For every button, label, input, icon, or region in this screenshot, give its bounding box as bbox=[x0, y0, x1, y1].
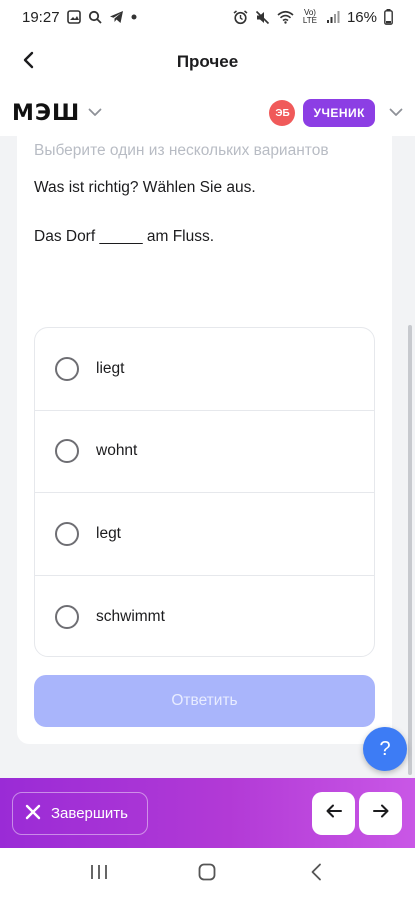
chevron-down-icon[interactable] bbox=[389, 104, 403, 122]
close-icon bbox=[25, 804, 41, 824]
status-bar: 19:27 Vo) LTE 16% bbox=[0, 0, 415, 34]
telegram-icon bbox=[109, 10, 124, 24]
radio-button[interactable] bbox=[55, 521, 79, 546]
question-mark-icon: ? bbox=[379, 737, 391, 760]
recent-apps-button[interactable] bbox=[79, 854, 119, 894]
option-label: schwimmt bbox=[96, 607, 165, 625]
radio-button[interactable] bbox=[55, 356, 79, 381]
arrow-right-icon bbox=[372, 804, 389, 823]
previous-question-button[interactable] bbox=[312, 792, 355, 835]
battery-icon bbox=[384, 9, 393, 25]
home-icon bbox=[198, 863, 216, 886]
battery-percent: 16% bbox=[346, 8, 377, 26]
mute-icon bbox=[255, 10, 270, 25]
home-button[interactable] bbox=[187, 854, 227, 894]
brand-logo: МЭШ bbox=[12, 100, 81, 126]
avatar[interactable]: ЭБ bbox=[269, 100, 296, 126]
notification-dot-icon bbox=[131, 14, 137, 20]
radio-button[interactable] bbox=[55, 439, 79, 464]
answer-option[interactable]: schwimmt bbox=[35, 576, 374, 657]
status-right: Vo) LTE 16% bbox=[233, 9, 393, 26]
task-card: Выберите один из нескольких вариантов Wa… bbox=[17, 136, 392, 744]
app-bar: Прочее bbox=[0, 34, 415, 90]
help-button[interactable]: ? bbox=[363, 727, 407, 771]
brand-menu[interactable]: МЭШ bbox=[12, 101, 102, 126]
chevron-left-icon bbox=[310, 863, 322, 886]
status-left: 19:27 bbox=[22, 9, 137, 26]
chevron-left-icon bbox=[22, 51, 34, 74]
page-title: Прочее bbox=[176, 52, 239, 71]
answer-option[interactable]: wohnt bbox=[35, 411, 374, 493]
system-navigation-bar bbox=[0, 848, 415, 900]
radio-button[interactable] bbox=[55, 604, 79, 629]
answer-options: liegt wohnt legt schwimmt bbox=[34, 327, 375, 657]
scrollbar[interactable] bbox=[408, 325, 412, 775]
task-question: Was ist richtig? Wählen Sie aus. bbox=[34, 179, 256, 196]
next-question-button[interactable] bbox=[359, 792, 402, 835]
network-label: Vo) LTE bbox=[302, 8, 317, 25]
submit-answer-button[interactable]: Ответить bbox=[34, 675, 375, 727]
chevron-down-icon bbox=[88, 104, 102, 122]
search-icon bbox=[88, 10, 102, 24]
brand-bar: МЭШ ЭБ УЧЕНИК bbox=[0, 90, 415, 136]
recent-apps-icon bbox=[90, 864, 108, 885]
role-badge[interactable]: УЧЕНИК bbox=[303, 99, 375, 127]
action-bar: Завершить bbox=[0, 778, 415, 848]
option-label: wohnt bbox=[96, 442, 138, 460]
task-sentence: Das Dorf _____ am Fluss. bbox=[34, 228, 215, 245]
task-hint: Выберите один из нескольких вариантов bbox=[34, 142, 329, 159]
system-back-button[interactable] bbox=[296, 854, 336, 894]
option-label: liegt bbox=[96, 359, 125, 377]
alarm-icon bbox=[233, 9, 248, 25]
option-label: legt bbox=[96, 524, 121, 542]
image-icon bbox=[66, 10, 81, 24]
user-menu[interactable]: ЭБ УЧЕНИК bbox=[269, 99, 403, 127]
arrow-left-icon bbox=[326, 804, 342, 823]
signal-icon bbox=[326, 10, 340, 24]
answer-option[interactable]: legt bbox=[35, 493, 374, 576]
answer-option[interactable]: liegt bbox=[35, 328, 374, 411]
status-time: 19:27 bbox=[22, 8, 60, 26]
finish-label: Завершить bbox=[51, 805, 128, 822]
wifi-icon bbox=[277, 10, 294, 24]
finish-button[interactable]: Завершить bbox=[12, 792, 148, 835]
back-button[interactable] bbox=[14, 48, 42, 76]
